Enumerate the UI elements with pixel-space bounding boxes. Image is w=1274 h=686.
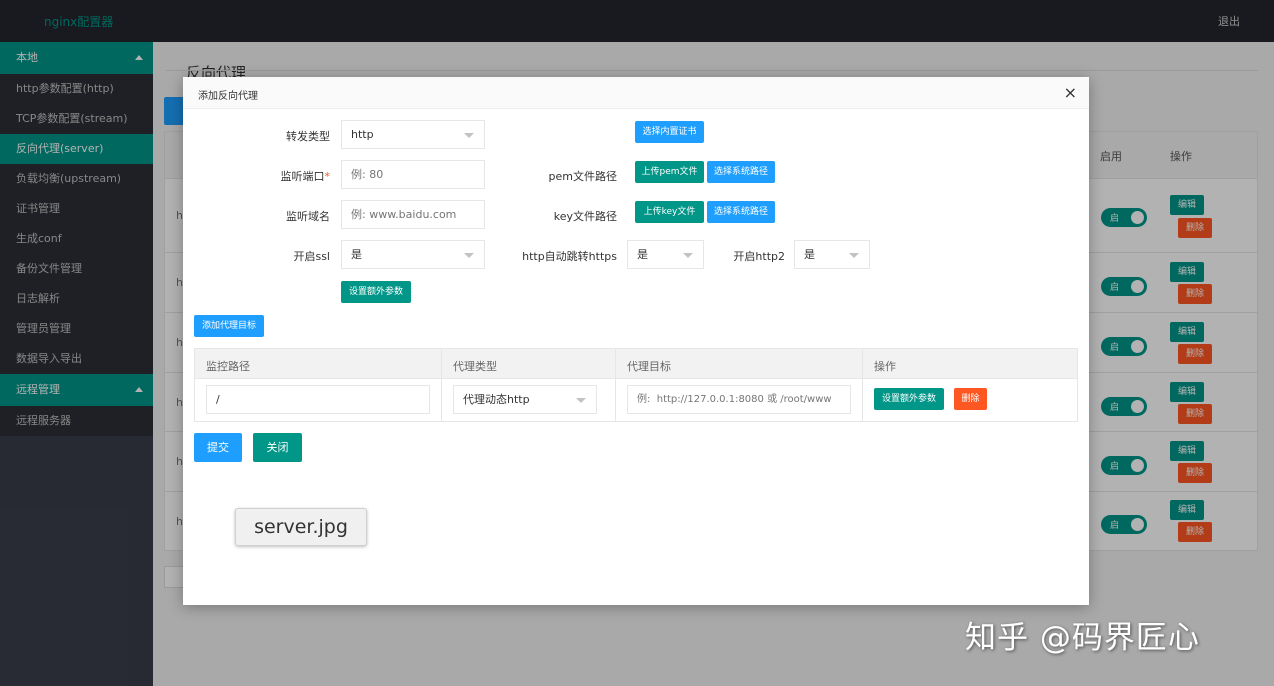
caret-down-icon [576,398,586,403]
proxy-type-select[interactable]: 代理动态http [453,385,597,414]
ssl-label: 开启ssl [293,250,330,263]
listen-domain-label: 监听域名 [286,210,330,223]
close-icon[interactable]: × [1064,83,1077,102]
pem-path-label: pem文件路径 [548,170,617,183]
ssl-select[interactable]: 是 [341,240,485,269]
forward-type-select[interactable]: http [341,120,485,149]
forward-type-value: http [351,128,374,141]
select-builtin-cert-button[interactable]: 选择内置证书 [635,121,704,143]
col-proxy-type: 代理类型 [453,360,497,373]
submit-button[interactable]: 提交 [194,433,242,462]
proxy-type-value: 代理动态http [463,393,530,406]
upload-key-button[interactable]: 上传key文件 [635,201,704,223]
caret-down-icon [683,253,693,258]
key-path-label: key文件路径 [553,210,617,223]
row-extra-params-button[interactable]: 设置额外参数 [874,388,944,410]
col-proxy-target: 代理目标 [627,360,671,373]
proxy-target-table: 监控路径 代理类型 代理目标 操作 / 代理动态http 设置额外参数 删除 [194,348,1078,422]
watermark-text: 知乎 @码界匠心 [965,620,1200,656]
http-redirect-select[interactable]: 是 [627,240,704,269]
listen-port-label-text: 监听端口 [280,170,325,183]
caret-down-icon [464,133,474,138]
required-mark: * [324,170,331,183]
upload-pem-button[interactable]: 上传pem文件 [635,161,704,183]
caret-down-icon [464,253,474,258]
listen-domain-input[interactable] [341,200,485,229]
listen-port-input[interactable] [341,160,485,189]
extra-params-button[interactable]: 设置额外参数 [341,281,411,303]
modal-title: 添加反向代理 [198,91,258,102]
forward-type-label: 转发类型 [286,130,330,143]
http2-label: 开启http2 [733,250,785,263]
filename-tooltip: server.jpg [235,508,367,546]
row-delete-button[interactable]: 删除 [954,388,987,410]
http-redirect-label: http自动跳转https [522,250,617,263]
proxy-table-header: 监控路径 代理类型 代理目标 操作 [195,349,1077,379]
http-redirect-value: 是 [637,248,648,261]
column-divider [862,349,863,421]
column-divider [441,349,442,421]
http2-value: 是 [804,248,815,261]
listen-port-label: 监听端口* [253,168,331,184]
add-proxy-target-button[interactable]: 添加代理目标 [194,315,264,337]
select-key-path-button[interactable]: 选择系统路径 [707,201,775,223]
column-divider [615,349,616,421]
col-path: 监控路径 [206,360,250,373]
select-pem-path-button[interactable]: 选择系统路径 [707,161,775,183]
proxy-target-input[interactable] [627,385,851,414]
caret-down-icon [849,253,859,258]
http2-select[interactable]: 是 [794,240,870,269]
ssl-value: 是 [351,248,362,261]
path-input[interactable]: / [206,385,430,414]
close-button[interactable]: 关闭 [253,433,302,462]
col-ops: 操作 [874,360,896,373]
modal-header: 添加反向代理 × [183,77,1089,109]
